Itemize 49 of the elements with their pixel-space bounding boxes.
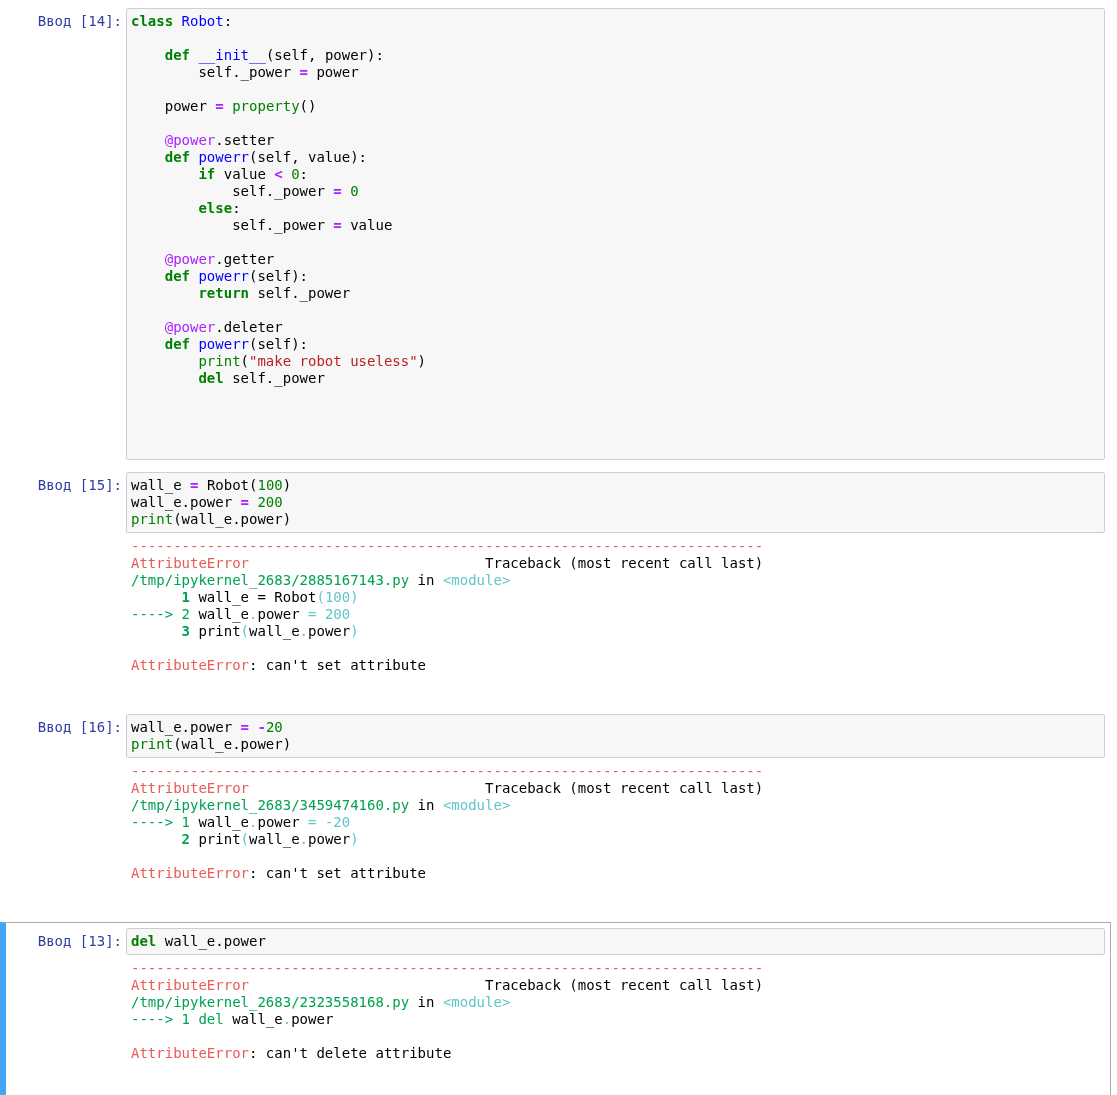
code-input[interactable]: wall_e.power = -20 print(wall_e.power) (126, 714, 1105, 758)
output-line: 1 wall_e = Robot(100) (180, 589, 359, 606)
code-input[interactable]: wall_e = Robot(100) wall_e.power = 200 print(wall_e.power) (126, 472, 1105, 533)
code-line: self._power = value (231, 217, 393, 234)
code-line: del self._power (197, 370, 325, 387)
code-line: if value < 0: (197, 166, 309, 183)
code-line: def powerr(self): (163, 268, 309, 285)
code-line: @power.getter (163, 251, 275, 268)
notebook-cell[interactable] (0, 922, 1111, 1095)
output-line: --------------------------------------------------------------------------- (131, 960, 764, 977)
output-line: ----> 1 del wall_e.power (131, 1011, 334, 1028)
code-input[interactable]: del wall_e.power (126, 928, 1105, 955)
output-line: AttributeError Traceback (most recent call last) (131, 555, 764, 572)
output-line: --------------------------------------------------------------------------- (131, 538, 764, 555)
output-line: ----> 2 wall_e.power = 200 (131, 606, 351, 623)
code-line: def powerr(self, value): (163, 149, 368, 166)
output-line: 2 print(wall_e.power) (180, 831, 359, 848)
output-line: /tmp/ipykernel_2683/3459474160.py in <module> (131, 797, 511, 814)
output-line: AttributeError: can't set attribute (131, 657, 427, 674)
code-line: @power.deleter (163, 319, 283, 336)
output-line: AttributeError: can't delete attribute (131, 1045, 452, 1062)
code-line: def __init__(self, power): (163, 47, 384, 64)
code-line: def powerr(self): (163, 336, 309, 353)
output-line: /tmp/ipykernel_2683/2885167143.py in <module> (131, 572, 511, 589)
code-line: self._power = power (197, 64, 359, 81)
code-line: class Robot: (131, 13, 233, 30)
input-prompt: Ввод [16]: (37, 719, 122, 737)
output-line: AttributeError: can't set attribute (131, 865, 427, 882)
code-line: return self._power (197, 285, 351, 302)
code-line: self._power = 0 (231, 183, 359, 200)
output-line: /tmp/ipykernel_2683/2323558168.py in <module> (131, 994, 511, 1011)
output-line: ----> 1 wall_e.power = -20 (131, 814, 351, 831)
output-line: AttributeError Traceback (most recent call last) (131, 780, 764, 797)
code-line: else: (197, 200, 241, 217)
code-line: del wall_e.power (131, 933, 266, 950)
output-line: AttributeError Traceback (most recent call last) (131, 977, 764, 994)
input-prompt: Ввод [15]: (37, 477, 122, 495)
code-line: print(wall_e.power) (131, 511, 292, 528)
code-line: print("make robot useless") (197, 353, 427, 370)
input-prompt: Ввод [13]: (37, 933, 122, 951)
code-line: print(wall_e.power) (131, 736, 292, 753)
code-line: wall_e.power = 200 (131, 494, 283, 511)
code-line: wall_e = Robot(100) (131, 477, 292, 494)
output-line: --------------------------------------------------------------------------- (131, 763, 764, 780)
code-line: wall_e.power = -20 (131, 719, 283, 736)
output-line: 3 print(wall_e.power) (180, 623, 359, 640)
input-prompt: Ввод [14]: (37, 13, 122, 31)
code-line: power = property() (163, 98, 317, 115)
code-line: @power.setter (163, 132, 275, 149)
